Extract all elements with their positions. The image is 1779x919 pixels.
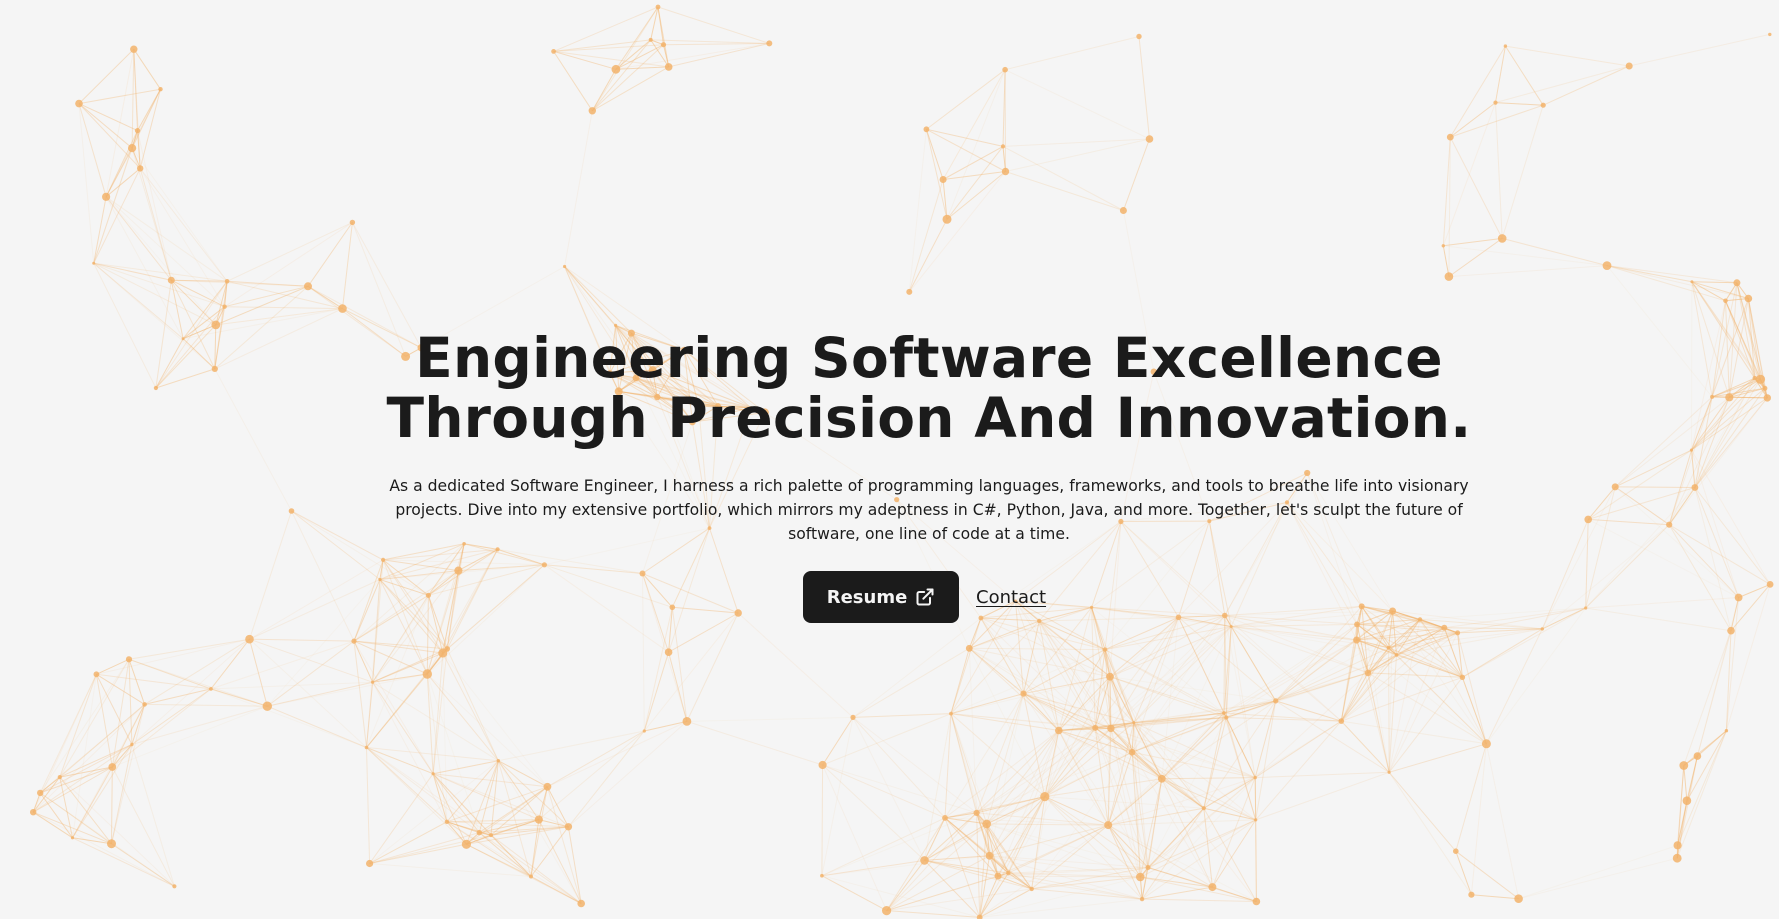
resume-button-label: Resume [826,586,908,608]
hero-title-line-2: Through Precision And Innovation. [386,386,1472,450]
hero-section: Engineering Software Excellence Through … [0,0,1779,919]
hero-description: As a dedicated Software Engineer, I harn… [389,477,1469,543]
external-link-icon [916,588,934,606]
contact-link[interactable]: Contact [976,587,1046,608]
resume-button[interactable]: Resume [803,571,959,623]
hero-title-line-1: Engineering Software Excellence [415,326,1443,390]
cta-row: Resume Contact [803,571,1046,623]
hero-title: Engineering Software Excellence Through … [289,328,1569,448]
